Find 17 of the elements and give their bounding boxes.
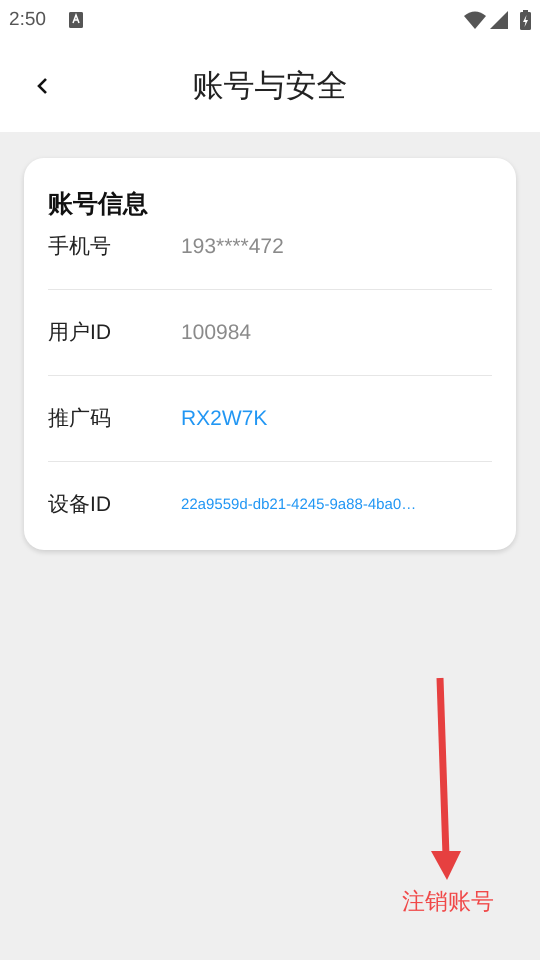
field-label: 设备ID [48,492,112,518]
page-title: 账号与安全 [192,66,348,105]
battery-charging-icon [520,10,531,30]
field-value: 193****472 [181,234,284,260]
field-value[interactable]: 22a9559d-db21-4245-9a88-4ba0… [181,494,416,516]
field-label: 用户ID [48,320,112,346]
annotation-label: 注销账号 [402,887,494,916]
field-value[interactable]: RX2W7K [181,402,268,434]
wifi-icon [464,11,486,29]
card-title: 账号信息 [48,189,149,220]
back-icon [36,77,48,95]
keyboard-notification-icon [68,12,83,28]
field-label: 手机号 [48,234,112,260]
field-value: 100984 [181,320,252,346]
status-time: 2:50 [9,8,46,32]
signal-icon [490,11,508,29]
field-label: 推广码 [48,406,112,432]
